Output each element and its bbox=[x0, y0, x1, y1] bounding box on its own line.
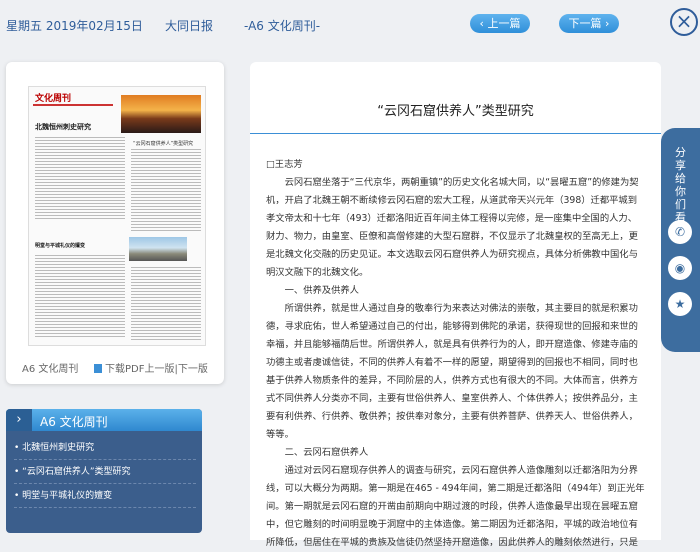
article-paragraph: 所谓供养，就是世人通过自身的敬奉行为来表达对佛法的崇敬，其主要目的就是积累功德，… bbox=[266, 303, 638, 440]
top-bar: 星期五 2019年02月15日 大同日报 -A6 文化周刊- ‹ 上一篇 下一篇… bbox=[0, 0, 700, 48]
section-article-list: › A6 文化周刊 • 北魏恒州刺史研究 • “云冈石窟供养人”类型研究 • 明… bbox=[6, 409, 202, 533]
thumbnail-text-block-1 bbox=[35, 137, 125, 221]
prev-article-button[interactable]: ‹ 上一篇 bbox=[470, 14, 530, 33]
section-item-label: 北魏恒州刺史研究 bbox=[22, 443, 95, 453]
page-thumbnail-panel: 文化周刊 北魏恒州刺史研究 “云冈石窟供养人”类型研究 明堂与平城礼仪的嬗变 A… bbox=[6, 62, 224, 384]
thumbnail-text-block-3 bbox=[35, 255, 125, 339]
thumbnail-caption: A6 文化周刊 bbox=[22, 364, 79, 375]
article-title: “云冈石窟供养人”类型研究 bbox=[377, 104, 534, 119]
wechat-icon[interactable]: ✆ bbox=[668, 220, 692, 244]
page-thumbnail[interactable]: 文化周刊 北魏恒州刺史研究 “云冈石窟供养人”类型研究 明堂与平城礼仪的嬗变 bbox=[28, 86, 206, 346]
thumbnail-text-block-2 bbox=[131, 149, 201, 233]
close-icon: × bbox=[675, 9, 693, 33]
thumbnail-headline-main: 北魏恒州刺史研究 bbox=[35, 123, 91, 131]
section-title: A6 文化周刊 bbox=[40, 415, 108, 429]
article-author: □王志芳 bbox=[266, 159, 303, 170]
next-page-link[interactable]: 下一版 bbox=[178, 364, 208, 375]
thumbnail-headline-side: “云冈石窟供养人”类型研究 bbox=[133, 141, 194, 147]
thumbnail-photo-building bbox=[129, 237, 187, 261]
chevron-right-icon: › bbox=[605, 17, 610, 30]
weibo-icon[interactable]: ◉ bbox=[668, 256, 692, 280]
thumbnail-rule bbox=[33, 104, 113, 106]
next-article-label: 下一篇 bbox=[568, 17, 602, 30]
thumbnail-text-block-4 bbox=[131, 267, 201, 342]
thumbnail-photo-pagoda bbox=[121, 95, 201, 133]
title-divider bbox=[250, 133, 661, 134]
chevron-right-icon: › bbox=[6, 409, 32, 431]
prev-article-label: 上一篇 bbox=[487, 17, 521, 30]
thumbnail-masthead: 文化周刊 bbox=[35, 94, 72, 104]
thumbnail-links: 下载PDF上一版|下一版 bbox=[94, 360, 208, 375]
article-panel: “云冈石窟供养人”类型研究 □王志芳 云冈石窟坐落于“三代京华，两朝重镇”的历史… bbox=[250, 62, 661, 548]
prev-page-link[interactable]: 上一版 bbox=[144, 364, 174, 375]
section-item-label: “云冈石窟供养人”类型研究 bbox=[22, 467, 131, 477]
pdf-icon bbox=[94, 364, 102, 373]
section-header[interactable]: › A6 文化周刊 bbox=[6, 409, 202, 431]
section-item-1[interactable]: • 北魏恒州刺史研究 bbox=[14, 437, 196, 460]
favorite-star-icon[interactable]: ★ bbox=[668, 292, 692, 316]
thumbnail-headline-lower: 明堂与平城礼仪的嬗变 bbox=[35, 243, 86, 249]
section-item-3[interactable]: • 明堂与平城礼仪的嬗变 bbox=[14, 485, 196, 508]
article-subheading: 二、云冈石窟供养人 bbox=[284, 447, 369, 458]
next-article-button[interactable]: 下一篇 › bbox=[559, 14, 619, 33]
article-paragraph: 通过对云冈石窟现存供养人的调查与研究，云冈石窟供养人造像雕刻以迁都洛阳为分界线，… bbox=[266, 465, 645, 548]
article-paragraph: 云冈石窟坐落于“三代京华，两朝重镇”的历史文化名城大同，以“昙曜五窟”的修建为契… bbox=[266, 177, 639, 278]
issue-date: 星期五 2019年02月15日 bbox=[6, 19, 143, 33]
close-button[interactable]: × bbox=[670, 8, 698, 36]
section-item-2[interactable]: • “云冈石窟供养人”类型研究 bbox=[14, 461, 196, 484]
paper-name: 大同日报 bbox=[165, 19, 214, 33]
share-sidebar: 分享给你们看看 ✆ ◉ ★ bbox=[661, 128, 700, 352]
chevron-left-icon: ‹ bbox=[479, 17, 484, 30]
section-item-label: 明堂与平城礼仪的嬗变 bbox=[22, 491, 113, 501]
page-name: -A6 文化周刊- bbox=[244, 19, 321, 33]
article-body: □王志芳 云冈石窟坐落于“三代京华，两朝重镇”的历史文化名城大同，以“昙曜五窟”… bbox=[266, 156, 646, 552]
article-subheading: 一、供养及供养人 bbox=[284, 285, 359, 296]
download-pdf-link[interactable]: 下载PDF bbox=[105, 364, 144, 375]
